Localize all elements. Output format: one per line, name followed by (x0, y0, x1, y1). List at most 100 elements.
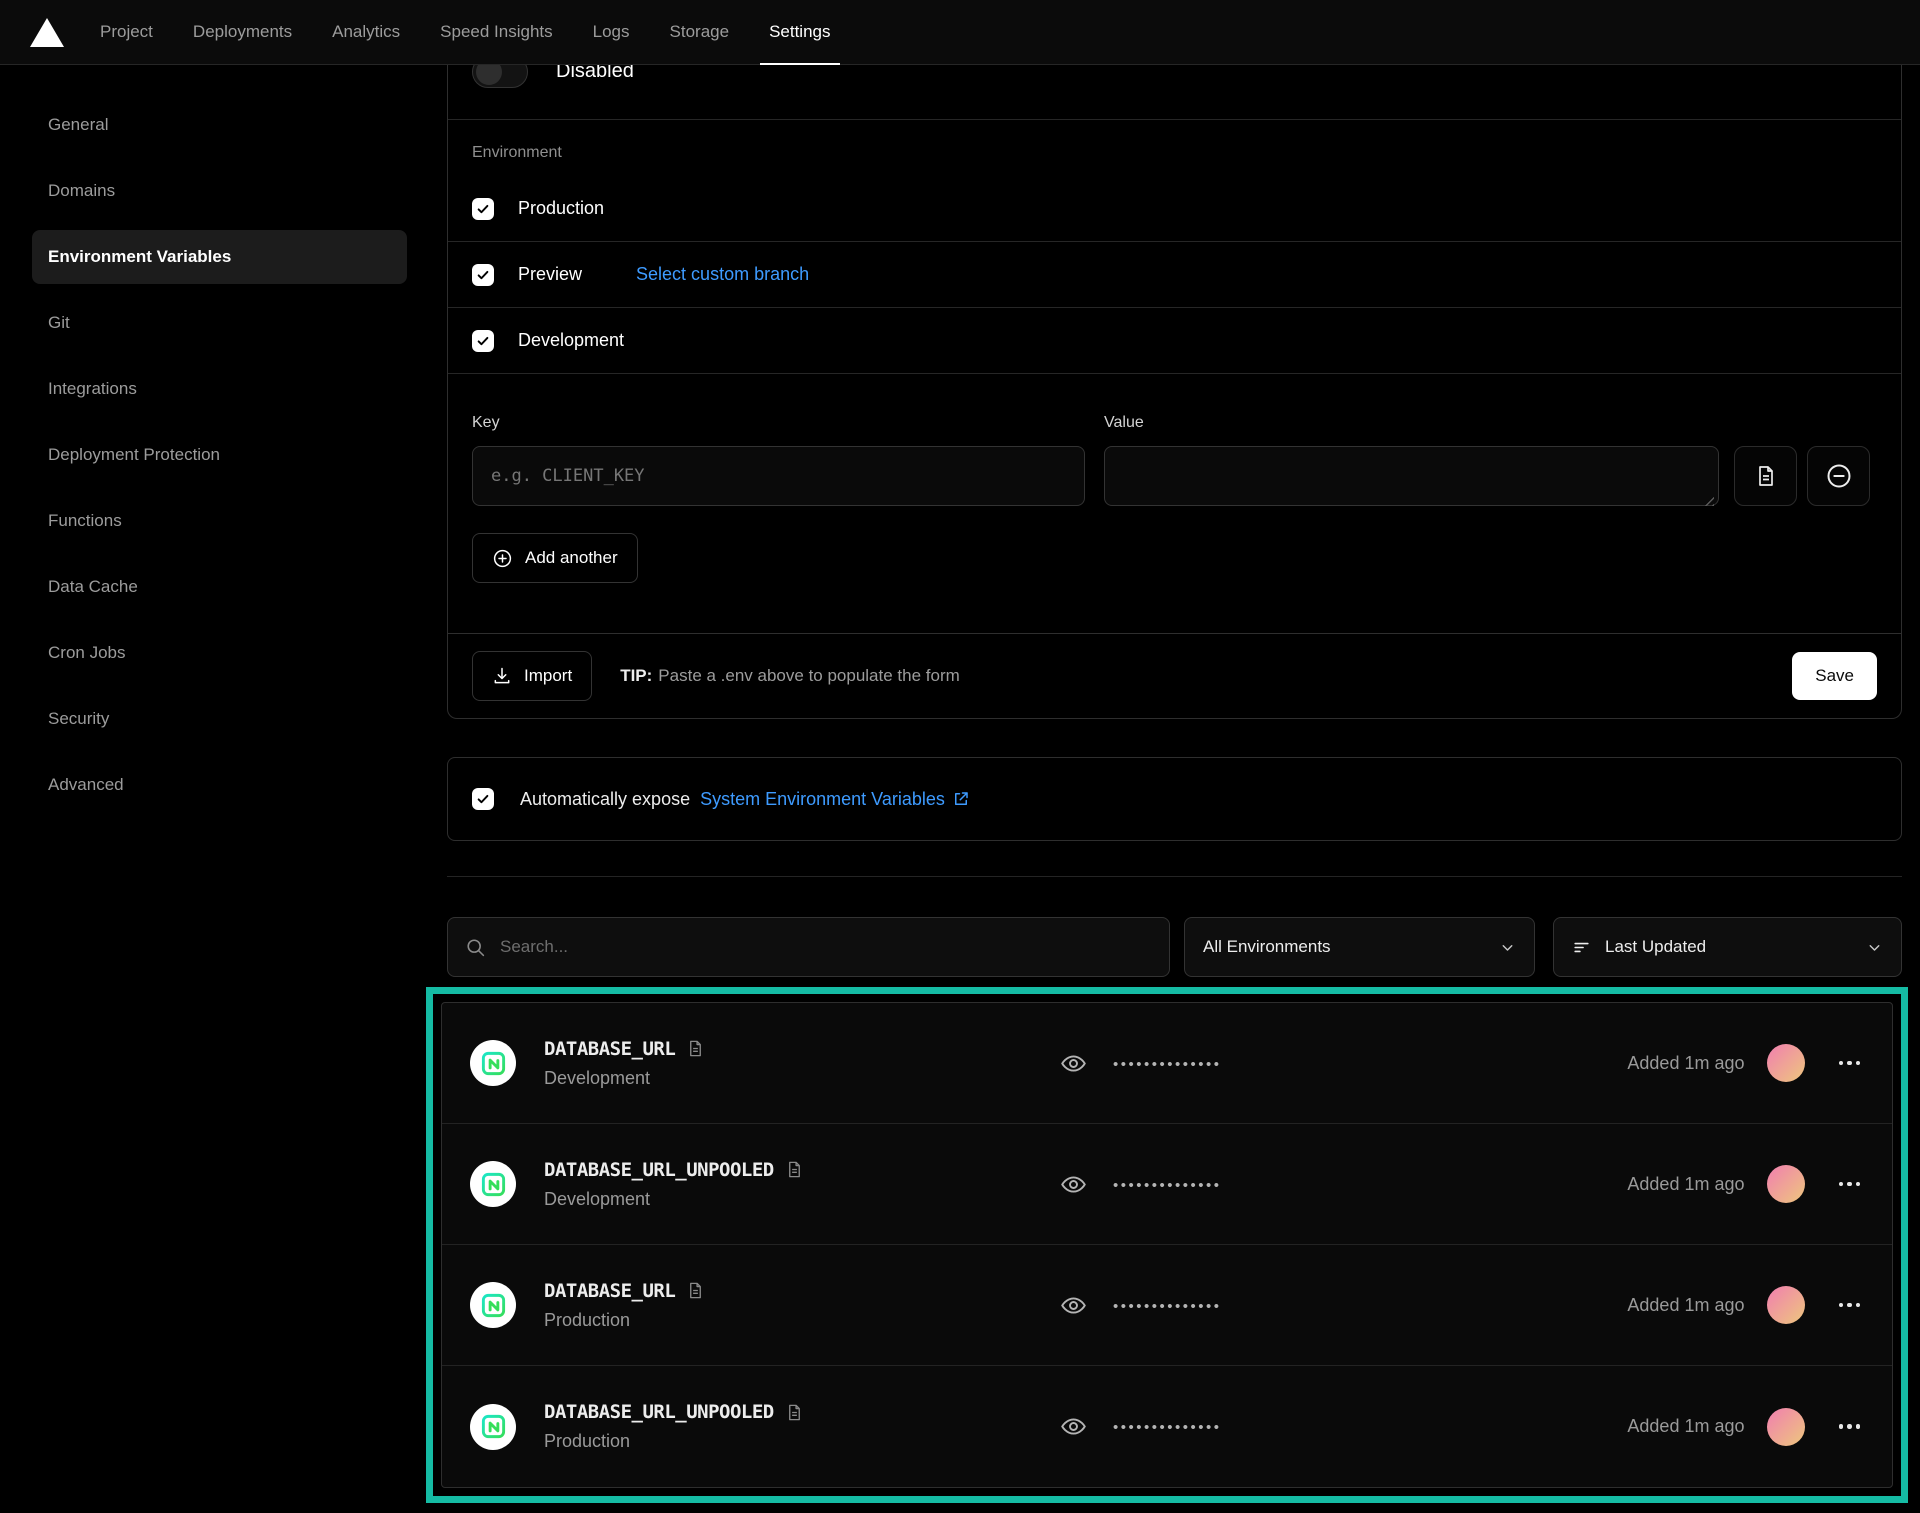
added-timestamp: Added 1m ago (1627, 1053, 1744, 1074)
user-avatar (1767, 1286, 1805, 1324)
top-nav: Project Deployments Analytics Speed Insi… (0, 0, 1920, 65)
reveal-value-button[interactable] (1060, 1413, 1087, 1440)
system-env-vars-link[interactable]: System Environment Variables (700, 789, 970, 810)
reveal-value-button[interactable] (1060, 1050, 1087, 1077)
neon-integration-icon (470, 1404, 516, 1450)
section-divider (447, 876, 1902, 877)
sidebar-item-data-cache[interactable]: Data Cache (32, 560, 407, 614)
expose-checkbox[interactable] (472, 788, 494, 810)
sidebar-item-git[interactable]: Git (32, 296, 407, 350)
annotation-highlight-border: DATABASE_URL Development (426, 987, 1908, 1503)
added-timestamp: Added 1m ago (1627, 1295, 1744, 1316)
remove-row-button[interactable] (1807, 446, 1870, 506)
import-button[interactable]: Import (472, 651, 592, 701)
save-button[interactable]: Save (1792, 652, 1877, 700)
development-row: Development (448, 308, 1901, 374)
environment-filter-dropdown[interactable]: All Environments (1184, 917, 1535, 977)
sidebar-item-domains[interactable]: Domains (32, 164, 407, 218)
env-var-name: DATABASE_URL (544, 1280, 675, 1302)
value-input[interactable] (1104, 446, 1719, 506)
plus-circle-icon (492, 548, 513, 569)
nav-item-speed-insights[interactable]: Speed Insights (440, 0, 552, 64)
sidebar-item-advanced[interactable]: Advanced (32, 758, 407, 812)
masked-value: •••••••••••••• (1113, 1417, 1222, 1436)
user-avatar (1767, 1165, 1805, 1203)
masked-value: •••••••••••••• (1113, 1175, 1222, 1194)
toggle-label: Disabled (556, 65, 634, 83)
tip-text: TIP:Paste a .env above to populate the f… (620, 666, 960, 686)
neon-integration-icon (470, 1161, 516, 1207)
sidebar-item-cron-jobs[interactable]: Cron Jobs (32, 626, 407, 680)
eye-icon (1060, 1292, 1087, 1319)
reveal-value-button[interactable] (1060, 1292, 1087, 1319)
key-label: Key (472, 414, 1085, 432)
env-var-row: DATABASE_URL Development (442, 1003, 1892, 1124)
external-link-icon (952, 790, 970, 808)
sidebar-item-security[interactable]: Security (32, 692, 407, 746)
row-menu-button[interactable] (1837, 1297, 1863, 1314)
nav-item-analytics[interactable]: Analytics (332, 0, 400, 64)
sidebar-item-general[interactable]: General (32, 98, 407, 152)
development-checkbox[interactable] (472, 330, 494, 352)
env-var-environment: Development (544, 1189, 804, 1210)
paste-env-file-button[interactable] (1734, 446, 1797, 506)
settings-sidebar: General Domains Environment Variables Gi… (0, 65, 447, 1513)
env-var-name: DATABASE_URL_UNPOOLED (544, 1401, 774, 1423)
expose-label: Automatically expose (520, 789, 690, 810)
environment-variables-page: Disabled Environment Production Preview … (447, 65, 1902, 1513)
form-footer: Import TIP:Paste a .env above to populat… (448, 633, 1901, 718)
nav-item-storage[interactable]: Storage (670, 0, 730, 64)
download-icon (492, 666, 512, 686)
env-var-environment: Development (544, 1068, 705, 1089)
eye-icon (1060, 1171, 1087, 1198)
neon-integration-icon (470, 1040, 516, 1086)
note-icon (785, 1160, 804, 1179)
added-timestamp: Added 1m ago (1627, 1174, 1744, 1195)
env-var-environment: Production (544, 1310, 705, 1331)
note-icon (785, 1403, 804, 1422)
sort-dropdown[interactable]: Last Updated (1553, 917, 1902, 977)
env-variables-list: DATABASE_URL Development (441, 1002, 1893, 1488)
row-menu-button[interactable] (1837, 1176, 1863, 1193)
preview-label: Preview (518, 264, 582, 285)
sidebar-item-integrations[interactable]: Integrations (32, 362, 407, 416)
select-custom-branch-link[interactable]: Select custom branch (636, 264, 809, 285)
env-var-row: DATABASE_URL_UNPOOLED Development (442, 1124, 1892, 1245)
search-input[interactable] (500, 937, 1152, 957)
key-value-form: Key Value (472, 374, 1877, 583)
neon-integration-icon (470, 1282, 516, 1328)
row-menu-button[interactable] (1837, 1418, 1863, 1435)
note-icon (686, 1039, 705, 1058)
nav-item-settings[interactable]: Settings (769, 0, 830, 64)
note-icon (686, 1281, 705, 1300)
env-var-row: DATABASE_URL Production (442, 1245, 1892, 1366)
production-checkbox[interactable] (472, 198, 494, 220)
search-icon (465, 937, 486, 958)
nav-item-deployments[interactable]: Deployments (193, 0, 292, 64)
filters-row: All Environments Last Updated (447, 917, 1902, 977)
masked-value: •••••••••••••• (1113, 1054, 1222, 1073)
sidebar-item-environment-variables[interactable]: Environment Variables (32, 230, 407, 284)
user-avatar (1767, 1044, 1805, 1082)
key-input[interactable] (472, 446, 1085, 506)
add-another-button[interactable]: Add another (472, 533, 638, 583)
sidebar-item-functions[interactable]: Functions (32, 494, 407, 548)
preview-row: Preview Select custom branch (448, 242, 1901, 308)
user-avatar (1767, 1408, 1805, 1446)
chevron-down-icon (1866, 939, 1883, 956)
preview-checkbox[interactable] (472, 264, 494, 286)
env-var-name: DATABASE_URL_UNPOOLED (544, 1159, 774, 1181)
vercel-logo-icon (30, 18, 64, 47)
environment-section: Environment Production Preview Select cu… (472, 120, 1877, 374)
eye-icon (1060, 1413, 1087, 1440)
env-vars-form-panel: Disabled Environment Production Preview … (447, 65, 1902, 719)
chevron-down-icon (1499, 939, 1516, 956)
reveal-value-button[interactable] (1060, 1171, 1087, 1198)
row-menu-button[interactable] (1837, 1055, 1863, 1072)
sort-lines-icon (1572, 938, 1591, 957)
document-icon (1754, 464, 1778, 488)
nav-item-project[interactable]: Project (100, 0, 153, 64)
sidebar-item-deployment-protection[interactable]: Deployment Protection (32, 428, 407, 482)
disabled-toggle[interactable] (472, 65, 528, 88)
nav-item-logs[interactable]: Logs (593, 0, 630, 64)
